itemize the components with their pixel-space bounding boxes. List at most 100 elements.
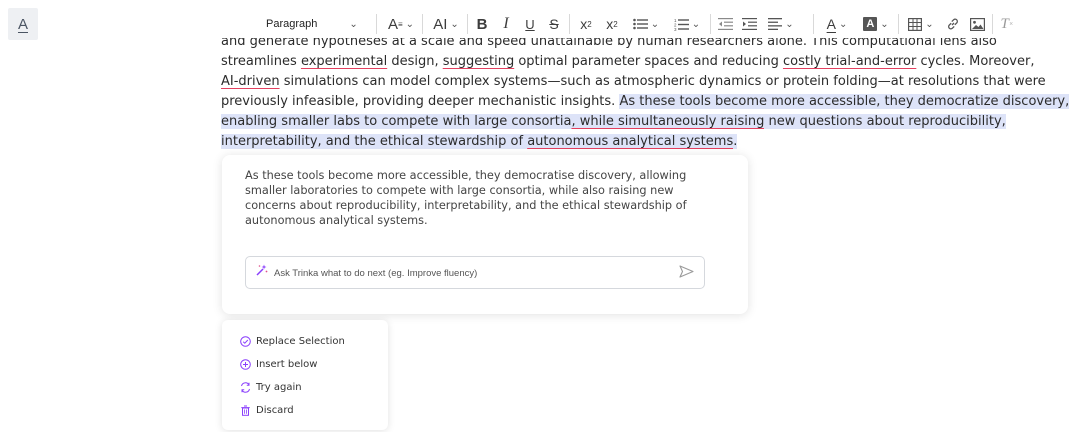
toolbar-divider	[898, 14, 899, 34]
block-format-dropdown[interactable]: Paragraph ⌄	[262, 8, 372, 40]
block-format-value: Paragraph	[266, 18, 318, 30]
selected-text: As these tools become more accessible, t…	[619, 94, 1070, 109]
insert-below-button[interactable]: Insert below	[240, 355, 317, 373]
spelling-flag[interactable]: experimental	[301, 54, 387, 69]
numbered-list-button[interactable]: 1 2 3 ⌄	[670, 8, 704, 40]
superscript-index: 2	[613, 19, 618, 29]
spelling-flag[interactable]: suggesting	[443, 54, 515, 69]
doc-text: streamlines	[221, 54, 301, 69]
toolbar-divider	[467, 14, 468, 34]
chevron-down-icon: ⌄	[880, 18, 889, 30]
strikethrough-button[interactable]: S	[545, 8, 563, 40]
clear-format-button[interactable]: T ×	[998, 8, 1016, 40]
document-clipped-line: and generate hypotheses at a scale and s…	[221, 38, 1061, 52]
underline-label: U	[525, 16, 535, 32]
doc-line: enabling smaller labs to compete with la…	[221, 112, 1061, 132]
chevron-down-icon: ⌄	[405, 18, 415, 30]
selected-text: enabling smaller labs to compete with la…	[221, 114, 572, 129]
align-button[interactable]: ⌄	[764, 8, 798, 40]
font-color-label: A	[826, 16, 836, 32]
font-size-icon: A	[387, 15, 398, 33]
indent-button[interactable]	[740, 8, 758, 40]
italic-label: I	[503, 15, 509, 32]
link-button[interactable]	[944, 8, 962, 40]
numbered-list-icon: 1 2 3	[674, 18, 689, 31]
doc-text: optimal parameter spaces and reducing	[514, 54, 783, 69]
highlight-color-button[interactable]: A ⌄	[859, 8, 893, 40]
doc-text: design,	[387, 54, 443, 69]
subscript-index: 2	[587, 19, 592, 29]
toolbar-divider	[813, 14, 814, 34]
selected-text: new questions about reproducibility,	[764, 114, 1006, 129]
doc-line: previously infeasible, providing deeper …	[221, 92, 1070, 112]
doc-text: previously infeasible, providing deeper …	[221, 94, 620, 109]
bold-label: B	[476, 15, 488, 33]
send-icon[interactable]	[679, 265, 694, 278]
indent-icon	[741, 18, 757, 30]
case-label: AI	[433, 15, 448, 33]
spelling-flag[interactable]: AI-driven	[221, 74, 280, 89]
try-again-button[interactable]: Try again	[240, 378, 302, 396]
toolbar-divider	[376, 14, 377, 34]
chevron-down-icon: ⌄	[838, 18, 848, 30]
chevron-down-icon: ⌄	[349, 18, 358, 30]
doc-line: interpretability, and the ethical stewar…	[221, 132, 1061, 152]
superscript-label: x	[606, 16, 614, 32]
spelling-flag[interactable]: autonomous analytical systems	[527, 134, 734, 149]
toolbar-divider	[992, 14, 993, 34]
toolbar-divider	[422, 14, 423, 34]
align-left-icon	[768, 18, 783, 30]
plus-circle-icon	[240, 358, 251, 370]
underline-button[interactable]: U	[521, 8, 539, 40]
ai-suggestion-card: As these tools become more accessible, t…	[222, 155, 748, 314]
bullet-list-button[interactable]: ⌄	[629, 8, 663, 40]
document-body[interactable]: streamlines experimental design, suggest…	[221, 52, 1070, 152]
trash-icon	[241, 405, 250, 416]
check-circle-icon	[240, 335, 251, 347]
replace-selection-button[interactable]: Replace Selection	[240, 332, 345, 350]
ask-trinka-box[interactable]	[245, 256, 705, 289]
ask-trinka-input[interactable]	[272, 263, 676, 283]
subscript-label: x	[580, 16, 588, 32]
italic-button[interactable]: I	[498, 8, 514, 40]
chevron-down-icon: ⌄	[450, 18, 459, 30]
outdent-icon	[717, 18, 733, 30]
toolbar-divider	[710, 14, 711, 34]
strike-label: S	[549, 16, 559, 32]
toolbar-divider	[569, 14, 570, 34]
insert-below-label: Insert below	[256, 358, 318, 370]
svg-text:3: 3	[674, 27, 677, 31]
font-size-button[interactable]: A ≡ ⌄	[384, 8, 418, 40]
font-color-button[interactable]: A ⌄	[820, 8, 854, 40]
try-again-label: Try again	[256, 381, 302, 393]
case-button[interactable]: AI ⌄	[428, 8, 464, 40]
table-icon	[908, 17, 923, 31]
bold-button[interactable]: B	[473, 8, 491, 40]
highlight-label: A	[863, 17, 878, 31]
chevron-down-icon: ⌄	[691, 18, 701, 30]
image-icon	[969, 17, 985, 31]
image-button[interactable]	[968, 8, 986, 40]
replace-selection-label: Replace Selection	[256, 335, 345, 347]
outdent-button[interactable]	[716, 8, 734, 40]
chevron-down-icon: ⌄	[925, 18, 934, 30]
discard-button[interactable]: Discard	[240, 401, 294, 419]
doc-line: AI-driven simulations can model complex …	[221, 72, 1061, 92]
selected-text: .	[733, 134, 738, 149]
link-icon	[948, 18, 958, 30]
spelling-flag[interactable]: costly trial-and-error	[783, 54, 916, 69]
editor-toolbar: Paragraph ⌄ A ≡ ⌄ AI ⌄ B I U S x2 x2 ⌄ 1…	[0, 8, 1075, 40]
doc-text: cycles. Moreover,	[916, 54, 1035, 69]
spelling-flag[interactable]: , while simultaneously raising	[571, 114, 765, 129]
subscript-button[interactable]: x2	[575, 8, 597, 40]
magic-wand-icon	[256, 264, 268, 276]
suggestion-actions-menu: Replace Selection Insert below Try again…	[222, 320, 388, 430]
superscript-button[interactable]: x2	[601, 8, 623, 40]
doc-line: and generate hypotheses at a scale and s…	[221, 38, 997, 49]
clear-format-x: ×	[1008, 20, 1014, 28]
chevron-down-icon: ⌄	[785, 18, 794, 30]
selected-text: interpretability, and the ethical stewar…	[221, 134, 528, 149]
font-size-sup: ≡	[397, 19, 403, 29]
doc-line: streamlines experimental design, suggest…	[221, 52, 1061, 72]
table-button[interactable]: ⌄	[904, 8, 938, 40]
